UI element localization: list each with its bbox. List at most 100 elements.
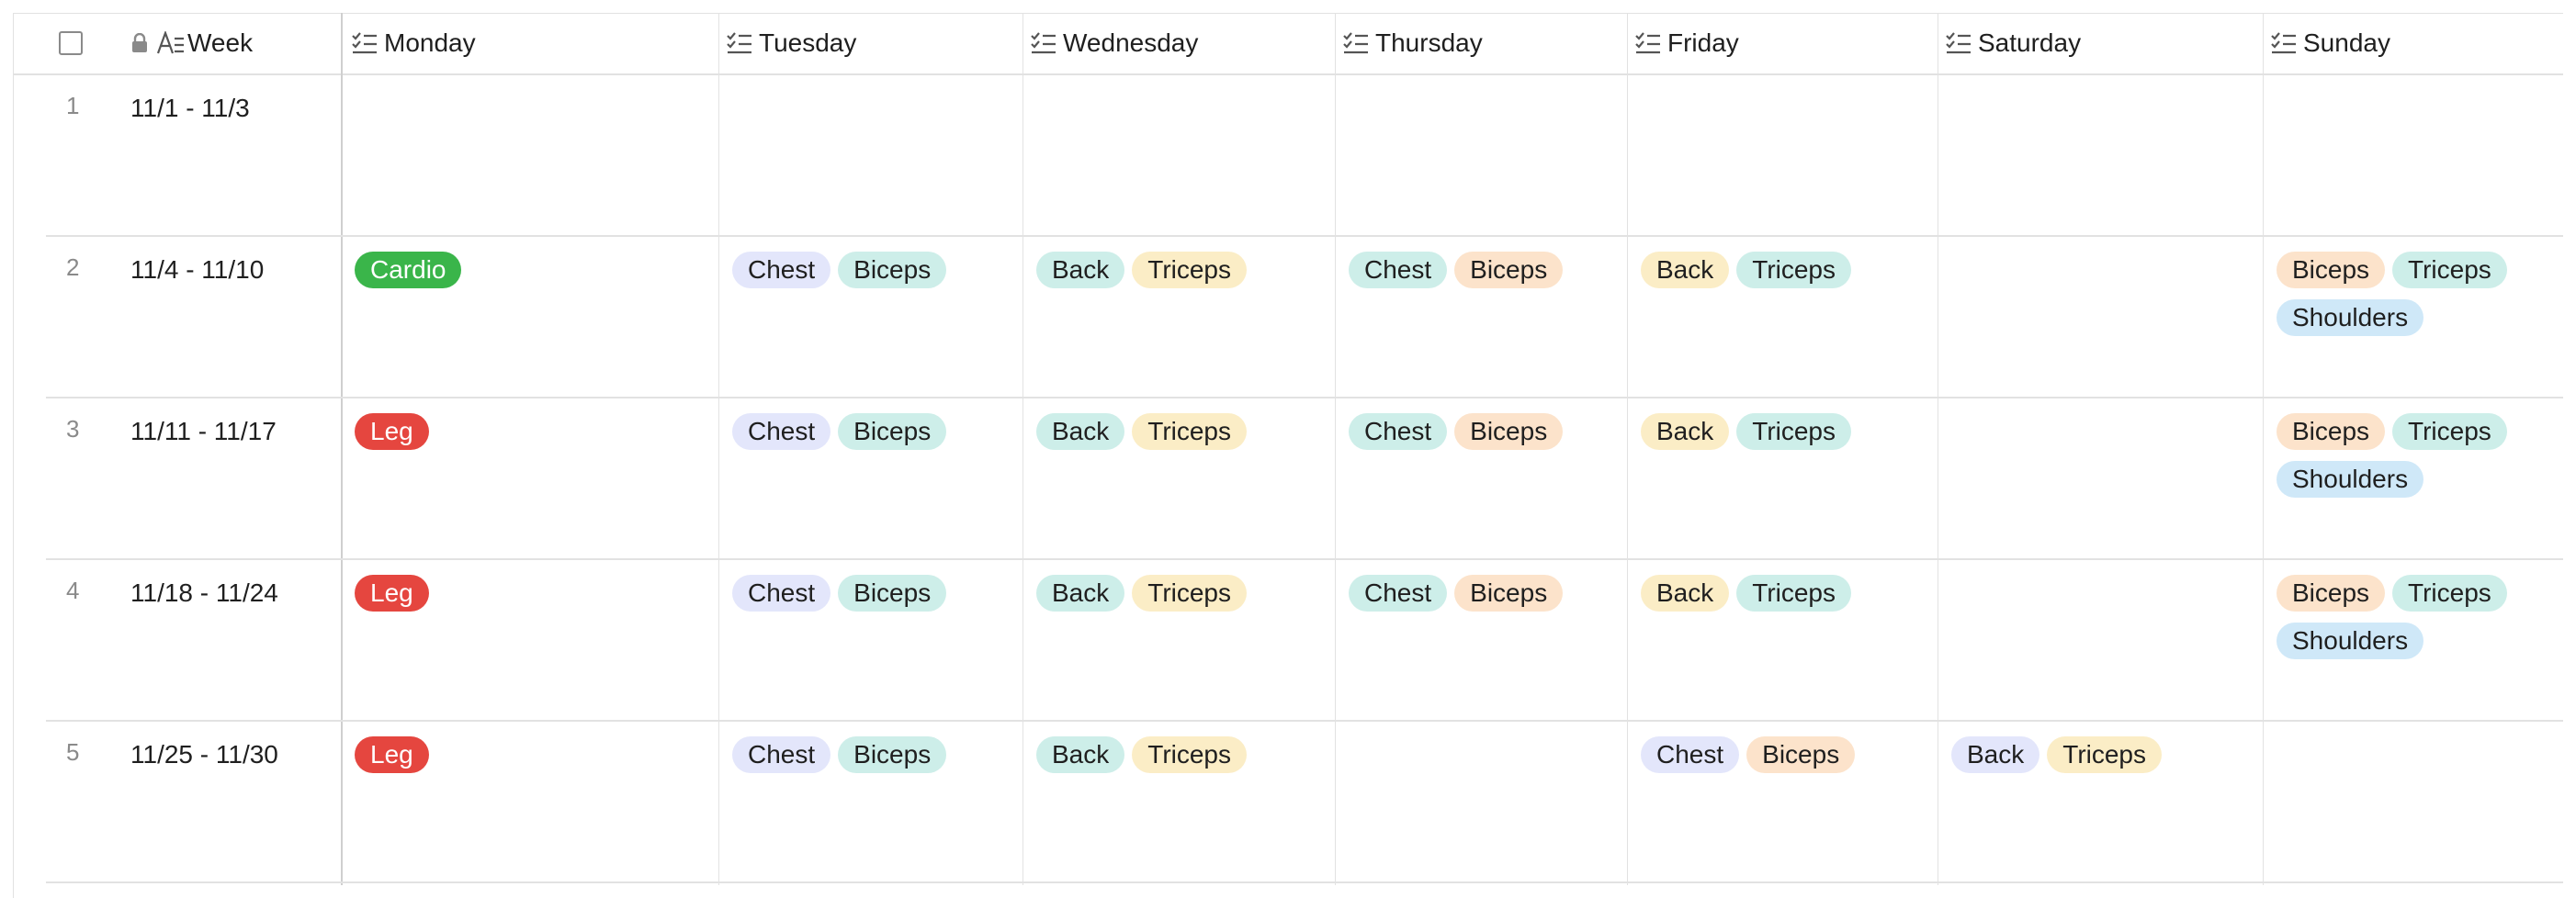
tag-back[interactable]: Back: [1951, 736, 2040, 773]
week-cell[interactable]: 11/18 - 11/24: [130, 578, 278, 608]
friday-cell[interactable]: Back Triceps: [1628, 237, 1938, 397]
tag-back[interactable]: Back: [1641, 252, 1730, 288]
column-header-friday[interactable]: Friday: [1634, 13, 1938, 73]
tag-leg[interactable]: Leg: [355, 575, 429, 612]
tag-triceps[interactable]: Triceps: [1132, 252, 1248, 288]
saturday-cell[interactable]: [1938, 560, 2263, 720]
tag-chest[interactable]: Chest: [1349, 413, 1448, 450]
tag-triceps[interactable]: Triceps: [1736, 413, 1852, 450]
thursday-cell[interactable]: Chest Biceps: [1336, 560, 1627, 720]
tag-chest[interactable]: Chest: [732, 736, 831, 773]
friday-cell[interactable]: Back Triceps: [1628, 398, 1938, 558]
tag-leg[interactable]: Leg: [355, 736, 429, 773]
wednesday-cell[interactable]: [1023, 75, 1335, 235]
tuesday-cell[interactable]: [719, 75, 1023, 235]
saturday-cell[interactable]: [1938, 398, 2263, 558]
column-header-monday-label: Monday: [384, 28, 476, 57]
tag-triceps[interactable]: Triceps: [2392, 252, 2507, 288]
tag-triceps[interactable]: Triceps: [1132, 736, 1248, 773]
column-header-saturday-label: Saturday: [1978, 28, 2082, 57]
week-cell[interactable]: 11/25 - 11/30: [130, 740, 278, 769]
saturday-cell[interactable]: Back Triceps: [1938, 722, 2263, 881]
tag-triceps[interactable]: Triceps: [1132, 413, 1248, 450]
tag-biceps[interactable]: Biceps: [838, 575, 947, 612]
tag-triceps[interactable]: Triceps: [2047, 736, 2163, 773]
wednesday-cell[interactable]: Back Triceps: [1023, 398, 1335, 558]
tag-back[interactable]: Back: [1641, 413, 1730, 450]
friday-cell[interactable]: Chest Biceps: [1628, 722, 1938, 881]
tag-back[interactable]: Back: [1036, 575, 1125, 612]
wednesday-cell[interactable]: Back Triceps: [1023, 722, 1335, 881]
monday-cell[interactable]: Leg: [342, 722, 718, 881]
sunday-cell[interactable]: [2264, 75, 2563, 235]
tag-biceps[interactable]: Biceps: [1454, 575, 1564, 612]
tag-chest[interactable]: Chest: [1349, 252, 1448, 288]
tag-cardio[interactable]: Cardio: [355, 252, 462, 288]
wednesday-cell[interactable]: Back Triceps: [1023, 560, 1335, 720]
saturday-cell[interactable]: [1938, 237, 2263, 397]
tag-leg[interactable]: Leg: [355, 413, 429, 450]
column-header-wednesday-label: Wednesday: [1063, 28, 1199, 57]
tag-shoulders[interactable]: Shoulders: [2277, 623, 2424, 659]
column-header-sunday[interactable]: Sunday: [2270, 13, 2555, 73]
tag-biceps[interactable]: Biceps: [1454, 413, 1564, 450]
column-header-saturday[interactable]: Saturday: [1945, 13, 2262, 73]
thursday-cell[interactable]: [1336, 722, 1627, 881]
sunday-cell[interactable]: Biceps Triceps Shoulders: [2264, 237, 2563, 397]
tag-biceps[interactable]: Biceps: [2277, 575, 2386, 612]
thursday-cell[interactable]: Chest Biceps: [1336, 398, 1627, 558]
tag-chest[interactable]: Chest: [732, 575, 831, 612]
column-header-wednesday[interactable]: Wednesday: [1030, 13, 1333, 73]
tuesday-cell[interactable]: Chest Biceps: [719, 398, 1023, 558]
tag-chest[interactable]: Chest: [1349, 575, 1448, 612]
sunday-cell[interactable]: Biceps Triceps Shoulders: [2264, 398, 2563, 558]
tag-biceps[interactable]: Biceps: [1454, 252, 1564, 288]
tag-back[interactable]: Back: [1036, 736, 1125, 773]
tag-back[interactable]: Back: [1036, 252, 1125, 288]
checklist-icon: [726, 31, 753, 55]
tag-biceps[interactable]: Biceps: [1746, 736, 1856, 773]
column-header-week[interactable]: Week: [130, 13, 333, 73]
week-cell[interactable]: 11/1 - 11/3: [130, 94, 250, 123]
tag-biceps[interactable]: Biceps: [838, 252, 947, 288]
tag-shoulders[interactable]: Shoulders: [2277, 461, 2424, 498]
column-header-monday[interactable]: Monday: [351, 13, 718, 73]
tag-triceps[interactable]: Triceps: [2392, 413, 2507, 450]
friday-cell[interactable]: [1628, 75, 1938, 235]
thursday-cell[interactable]: Chest Biceps: [1336, 237, 1627, 397]
sunday-cell[interactable]: [2264, 722, 2563, 881]
column-header-tuesday[interactable]: Tuesday: [726, 13, 1020, 73]
tag-biceps[interactable]: Biceps: [838, 413, 947, 450]
tag-triceps[interactable]: Triceps: [1736, 252, 1852, 288]
week-cell[interactable]: 11/11 - 11/17: [130, 417, 277, 446]
tag-chest[interactable]: Chest: [1641, 736, 1740, 773]
sunday-cell[interactable]: Biceps Triceps Shoulders: [2264, 560, 2563, 720]
wednesday-cell[interactable]: Back Triceps: [1023, 237, 1335, 397]
column-header-thursday[interactable]: Thursday: [1342, 13, 1627, 73]
tuesday-cell[interactable]: Chest Biceps: [719, 560, 1023, 720]
tag-biceps[interactable]: Biceps: [838, 736, 947, 773]
monday-cell[interactable]: Leg: [342, 398, 718, 558]
row-number: 1: [66, 92, 80, 119]
tuesday-cell[interactable]: Chest Biceps: [719, 722, 1023, 881]
monday-cell[interactable]: Leg: [342, 560, 718, 720]
saturday-cell[interactable]: [1938, 75, 2263, 235]
tag-triceps[interactable]: Triceps: [1736, 575, 1852, 612]
thursday-cell[interactable]: [1336, 75, 1627, 235]
tag-biceps[interactable]: Biceps: [2277, 252, 2386, 288]
tuesday-cell[interactable]: Chest Biceps: [719, 237, 1023, 397]
tag-chest[interactable]: Chest: [732, 413, 831, 450]
tag-back[interactable]: Back: [1036, 413, 1125, 450]
monday-cell[interactable]: [342, 75, 718, 235]
tag-shoulders[interactable]: Shoulders: [2277, 299, 2424, 336]
week-cell[interactable]: 11/4 - 11/10: [130, 255, 264, 285]
tag-triceps[interactable]: Triceps: [1132, 575, 1248, 612]
tag-back[interactable]: Back: [1641, 575, 1730, 612]
tag-biceps[interactable]: Biceps: [2277, 413, 2386, 450]
friday-cell[interactable]: Back Triceps: [1628, 560, 1938, 720]
tag-triceps[interactable]: Triceps: [2392, 575, 2507, 612]
monday-cell[interactable]: Cardio: [342, 237, 718, 397]
select-all-checkbox[interactable]: [59, 31, 83, 55]
tag-chest[interactable]: Chest: [732, 252, 831, 288]
column-header-sunday-label: Sunday: [2303, 28, 2390, 57]
